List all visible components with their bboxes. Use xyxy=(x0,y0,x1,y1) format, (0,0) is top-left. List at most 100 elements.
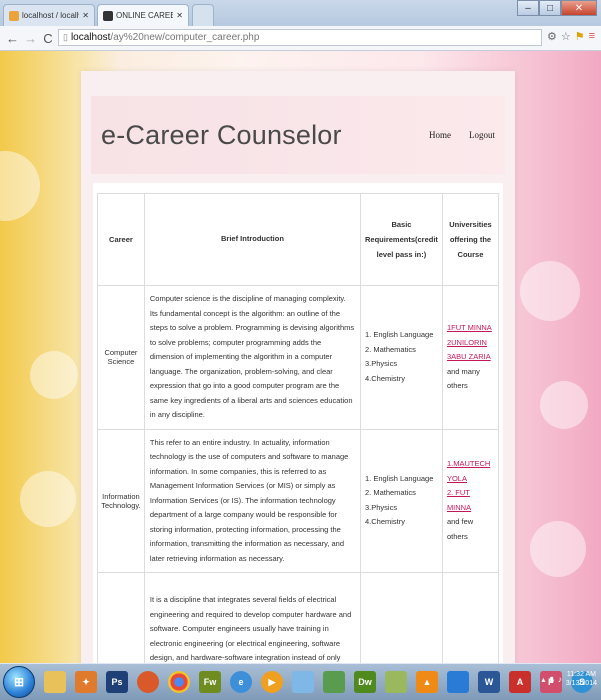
photoshop-icon[interactable]: Ps xyxy=(106,671,128,693)
header-intro: Brief Introduction xyxy=(143,193,362,286)
clock-date: 3/13/2014 xyxy=(565,680,597,687)
table-row: It is a discipline that integrates sever… xyxy=(97,572,500,663)
content-area: Career Brief Introduction Basic Requirem… xyxy=(93,183,503,663)
decorative-bubble xyxy=(530,521,586,577)
browser-tab-career[interactable]: ONLINE CAREER GUIDAN ✕ xyxy=(97,4,189,26)
tab-label: localhost / localhost / car xyxy=(22,11,79,20)
career-name xyxy=(97,572,145,663)
decorative-bubble xyxy=(30,351,78,399)
menu-icon[interactable]: ≡ xyxy=(589,30,595,43)
pdf-reader-icon[interactable]: A xyxy=(509,671,531,693)
requirement-item: 3.Physics xyxy=(365,359,398,369)
chrome-icon[interactable] xyxy=(168,671,190,693)
page-icon: ▯ xyxy=(63,32,68,42)
table-row: Information Technology. This refer to an… xyxy=(97,428,500,573)
extension-icon[interactable]: ⚙ xyxy=(547,30,557,43)
table-header-row: Career Brief Introduction Basic Requirem… xyxy=(97,193,500,286)
url-path: /ay%20new/computer_career.php xyxy=(110,32,260,43)
career-intro: Computer science is the discipline of ma… xyxy=(143,285,362,430)
notes-app-icon[interactable] xyxy=(447,671,469,693)
career-requirements xyxy=(360,572,443,663)
career-intro: It is a discipline that integrates sever… xyxy=(143,572,362,663)
browser-tab-bar: localhost / localhost / car ✕ ONLINE CAR… xyxy=(0,0,601,26)
university-link[interactable]: 3ABU ZARIA xyxy=(447,350,494,365)
dreamweaver-icon[interactable]: Dw xyxy=(354,671,376,693)
site-header: e-Career Counselor Home Logout xyxy=(91,96,505,174)
career-table: Career Brief Introduction Basic Requirem… xyxy=(97,193,500,663)
requirement-item: 1. English Language xyxy=(365,473,434,483)
university-link[interactable]: 1FUT MINNA xyxy=(447,321,494,336)
decorative-bubble xyxy=(520,261,580,321)
system-tray: ▴ ▮ ♪ 11:32 AM 3/13/2014 xyxy=(541,670,597,688)
career-universities xyxy=(441,572,500,663)
university-note: and few others xyxy=(446,517,474,541)
calculator-icon[interactable] xyxy=(385,671,407,693)
browser-tab-phpmyadmin[interactable]: localhost / localhost / car ✕ xyxy=(3,4,95,26)
tray-chevron-icon[interactable]: ▴ xyxy=(541,675,545,684)
career-name: Information Technology. xyxy=(97,428,145,573)
decorative-bubble xyxy=(540,381,588,429)
paint-icon[interactable] xyxy=(292,671,314,693)
requirement-item: 4.Chemistry xyxy=(365,517,406,527)
back-arrow-icon[interactable]: ← xyxy=(6,31,19,46)
tray-network-icon[interactable]: ▮ xyxy=(549,675,553,684)
reload-icon[interactable]: C xyxy=(42,31,54,46)
nav-home-link[interactable]: Home xyxy=(429,130,451,140)
maximize-icon[interactable]: □ xyxy=(539,0,561,16)
table-row: Computer Science Computer science is the… xyxy=(97,285,500,430)
decorative-bubble xyxy=(0,151,40,221)
start-button[interactable]: ⊞ xyxy=(3,666,35,698)
tray-volume-icon[interactable]: ♪ xyxy=(558,675,562,684)
university-link[interactable]: 2. FUT MINNA xyxy=(447,486,494,515)
bookmark-star-icon[interactable]: ☆ xyxy=(561,30,571,43)
minimize-icon[interactable]: – xyxy=(517,0,539,16)
network-app-icon[interactable] xyxy=(323,671,345,693)
career-universities: 1FUT MINNA 2UNILORIN 3ABU ZARIA and many… xyxy=(441,285,500,430)
internet-explorer-icon[interactable]: e xyxy=(230,671,252,693)
toolbar-icons: ⚙ ☆ ⚑ ≡ xyxy=(547,30,595,43)
site-logo: e-Career Counselor xyxy=(101,120,342,150)
forward-arrow-icon[interactable]: → xyxy=(24,31,37,46)
new-tab-button[interactable] xyxy=(192,4,214,26)
close-tab-icon[interactable]: ✕ xyxy=(82,11,89,20)
close-window-icon[interactable]: ✕ xyxy=(561,0,597,16)
nav-logout-link[interactable]: Logout xyxy=(469,130,495,140)
requirement-item: 4.Chemistry xyxy=(365,373,406,383)
career-intro: This refer to an entire industry. In act… xyxy=(143,428,362,573)
header-career: Career xyxy=(97,193,145,286)
tab-favicon-icon xyxy=(103,10,113,21)
system-clock[interactable]: 11:32 AM 3/13/2014 xyxy=(566,670,597,688)
url-host: localhost xyxy=(70,32,111,43)
university-note: and many others xyxy=(446,366,480,391)
header-universities: Universities offering the Course xyxy=(441,193,500,286)
word-icon[interactable]: W xyxy=(478,671,500,693)
vlc-icon[interactable]: ▲ xyxy=(416,671,438,693)
browser-nav-bar: ← → C ⌂ ▯ localhost/ay%20new/computer_ca… xyxy=(0,26,601,51)
requirement-item: 1. English Language xyxy=(365,330,434,340)
clock-time: 11:32 AM xyxy=(566,671,596,678)
career-requirements: 1. English Language 2. Mathematics 3.Phy… xyxy=(360,428,443,573)
close-tab-icon[interactable]: ✕ xyxy=(176,11,183,20)
windows-taskbar: ⊞ ✦ Ps Fw e ▶ Dw ▲ W A P S ▴ ▮ ♪ 11:32 A… xyxy=(0,663,601,700)
career-requirements: 1. English Language 2. Mathematics 3.Phy… xyxy=(360,285,443,430)
tab-label: ONLINE CAREER GUIDAN xyxy=(116,11,173,20)
career-universities: 1.MAUTECH YOLA 2. FUT MINNA and few othe… xyxy=(441,428,500,573)
media-player-icon[interactable]: ▶ xyxy=(261,671,283,693)
tab-favicon-icon xyxy=(9,10,19,21)
university-link[interactable]: 2UNILORIN xyxy=(447,336,494,351)
site-container: e-Career Counselor Home Logout Career Br… xyxy=(81,71,515,663)
folder-icon[interactable] xyxy=(44,671,66,693)
requirement-item: 2. Mathematics xyxy=(365,488,416,498)
fireworks-icon[interactable]: Fw xyxy=(199,671,221,693)
firefox-icon[interactable] xyxy=(137,671,159,693)
page-background: e-Career Counselor Home Logout Career Br… xyxy=(0,51,601,663)
window-controls: – □ ✕ xyxy=(517,0,597,16)
requirement-item: 2. Mathematics xyxy=(365,344,416,354)
requirement-item: 3.Physics xyxy=(365,502,398,512)
flag-icon[interactable]: ⚑ xyxy=(575,30,585,43)
settings-app-icon[interactable]: ✦ xyxy=(75,671,97,693)
address-bar[interactable]: ▯ localhost/ay%20new/computer_career.php xyxy=(58,29,542,46)
header-requirements: Basic Requirements(credit level pass in:… xyxy=(360,193,443,286)
university-link[interactable]: 1.MAUTECH YOLA xyxy=(447,457,494,486)
decorative-bubble xyxy=(20,471,76,527)
